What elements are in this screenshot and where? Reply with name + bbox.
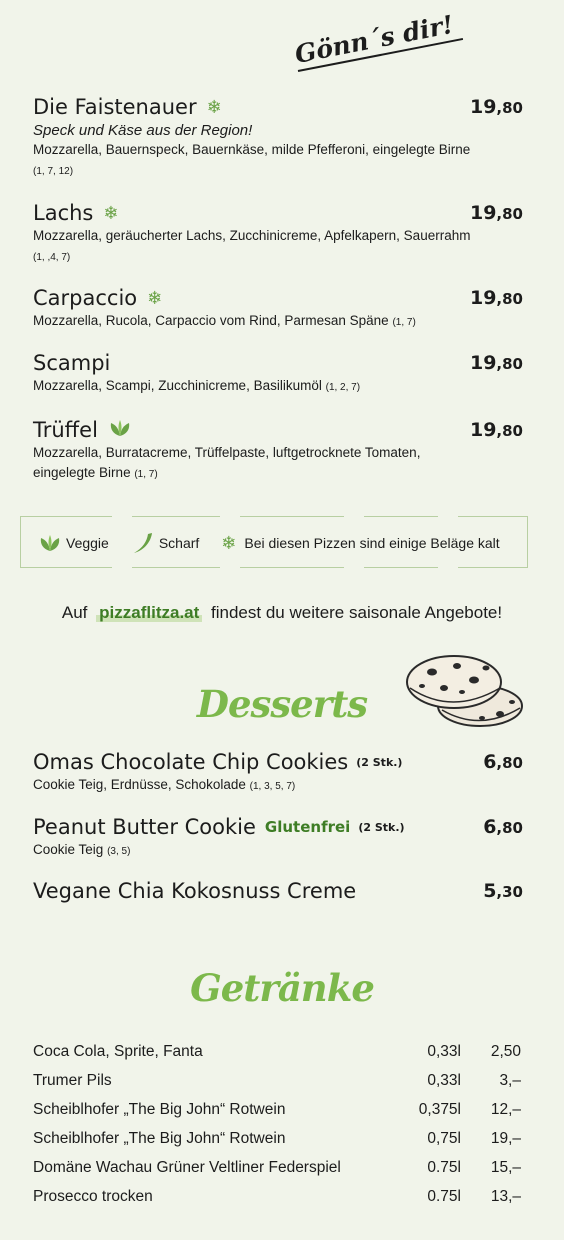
dessert-peanut-cookie: Peanut Butter Cookie Glutenfrei (2 Stk.)…	[33, 815, 523, 862]
drink-row: Trumer Pils 0,33l 3,–	[33, 1071, 521, 1089]
item-description: Cookie Teig (3, 5)	[33, 842, 131, 857]
chili-icon	[133, 533, 152, 553]
tagline: Gönn´s dir!	[292, 9, 456, 70]
drink-row: Prosecco trocken 0.75l 13,–	[33, 1187, 521, 1205]
item-name: Peanut Butter Cookie	[33, 815, 256, 839]
item-name: Carpaccio	[33, 286, 138, 310]
item-description: Mozzarella, Rucola, Carpaccio vom Rind, …	[33, 313, 416, 328]
drinks-table: Coca Cola, Sprite, Fanta 0,33l 2,50 Trum…	[33, 1037, 523, 1211]
item-subtitle: Speck und Käse aus der Region!	[33, 122, 253, 139]
item-name: Vegane Chia Kokosnuss Creme	[33, 879, 357, 903]
item-quantity: (2 Stk.)	[356, 755, 403, 769]
menu-item-faistenauer: Die Faistenauer ❄ 19,80 Speck und Käse a…	[33, 95, 523, 182]
item-name: Omas Chocolate Chip Cookies	[33, 750, 349, 774]
item-price: 19,80	[469, 202, 523, 224]
dessert-chia-creme: Vegane Chia Kokosnuss Creme 5,30	[33, 879, 523, 903]
glutenfree-label: Glutenfrei	[264, 818, 351, 836]
item-description: Mozzarella, geräucherter Lachs, Zucchini…	[33, 228, 471, 263]
veggie-leaf-icon	[108, 418, 132, 442]
snowflake-icon: ❄	[103, 202, 119, 224]
item-name: Die Faistenauer	[33, 95, 197, 119]
item-description: Cookie Teig, Erdnüsse, Schokolade (1, 3,…	[33, 777, 296, 792]
item-quantity: (2 Stk.)	[358, 820, 405, 834]
item-description: Mozzarella, Burratacreme, Trüffelpaste, …	[33, 445, 421, 480]
drink-row: Coca Cola, Sprite, Fanta 0,33l 2,50	[33, 1042, 521, 1060]
legend-veggie: Veggie	[38, 534, 109, 552]
menu-item-carpaccio: Carpaccio ❄ 19,80 Mozzarella, Rucola, Ca…	[33, 286, 523, 333]
item-description: Mozzarella, Bauernspeck, Bauernkäse, mil…	[33, 142, 471, 177]
menu-item-scampi: Scampi 19,80 Mozzarella, Scampi, Zucchin…	[33, 351, 523, 398]
item-name: Lachs	[33, 201, 94, 225]
drink-row: Scheiblhofer „The Big John“ Rotwein 0,75…	[33, 1129, 521, 1147]
dessert-cookies: Omas Chocolate Chip Cookies (2 Stk.) 6,8…	[33, 750, 523, 797]
drink-row: Scheiblhofer „The Big John“ Rotwein 0,37…	[33, 1100, 521, 1118]
item-description: Mozzarella, Scampi, Zucchinicreme, Basil…	[33, 378, 361, 393]
menu-item-trueffel: Trüffel 19,80 Mozzarella, Burratacreme, …	[33, 418, 523, 485]
promo-line: Auf pizzaflitza.at findest du weitere sa…	[61, 603, 503, 622]
website-link[interactable]: pizzaflitza.at	[96, 603, 203, 622]
item-price: 6,80	[483, 816, 523, 838]
item-price: 19,80	[469, 96, 523, 118]
snowflake-icon: ❄	[147, 287, 163, 309]
veggie-leaf-icon	[40, 535, 60, 551]
snowflake-icon: ❄	[221, 532, 237, 553]
item-price: 19,80	[469, 352, 523, 374]
drink-row: Domäne Wachau Grüner Veltliner Federspie…	[33, 1158, 521, 1176]
desserts-title: Desserts	[196, 682, 368, 726]
menu-item-lachs: Lachs ❄ 19,80 Mozzarella, geräucherter L…	[33, 201, 523, 268]
item-name: Scampi	[33, 351, 111, 375]
drinks-title: Getränke	[190, 966, 375, 1010]
item-price: 5,30	[483, 880, 523, 902]
item-name: Trüffel	[33, 418, 98, 442]
legend-cold: ❄ Bei diesen Pizzen sind einige Beläge k…	[221, 532, 500, 553]
item-price: 6,80	[483, 751, 523, 773]
icon-legend: Veggie Scharf ❄ Bei diesen Pizzen sind e…	[20, 513, 528, 569]
item-price: 19,80	[469, 287, 523, 309]
legend-spicy: Scharf	[131, 531, 199, 555]
item-price: 19,80	[469, 419, 523, 441]
snowflake-icon: ❄	[206, 96, 222, 118]
